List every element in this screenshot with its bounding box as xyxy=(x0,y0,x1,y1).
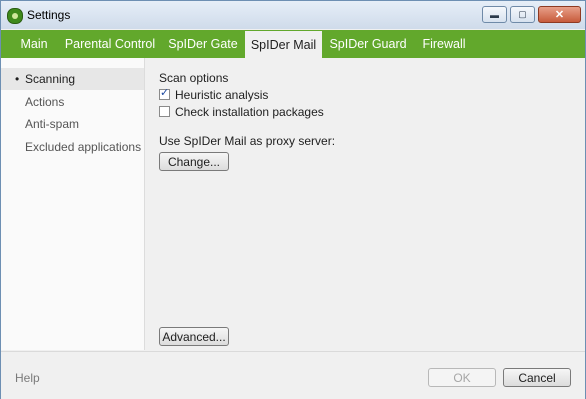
tab-firewall[interactable]: Firewall xyxy=(414,30,474,58)
sidebar-item-excluded-applications[interactable]: Excluded applications xyxy=(1,136,144,158)
minimize-icon: ▬ xyxy=(490,9,499,20)
maximize-icon: ▢ xyxy=(518,9,527,19)
sidebar-item-label: Anti-spam xyxy=(25,117,80,131)
heuristic-analysis-label[interactable]: Heuristic analysis xyxy=(175,88,268,102)
maximize-button[interactable]: ▢ xyxy=(510,6,535,23)
sidebar-item-anti-spam[interactable]: Anti-spam xyxy=(1,113,144,135)
scan-options-heading: Scan options xyxy=(159,71,229,85)
proxy-server-label: Use SpIDer Mail as proxy server: xyxy=(159,134,336,148)
sidebar-item-actions[interactable]: Actions xyxy=(1,91,144,113)
tab-spider-gate[interactable]: SpIDer Gate xyxy=(161,30,245,58)
tab-main[interactable]: Main xyxy=(9,30,59,58)
sidebar-item-scanning[interactable]: • Scanning xyxy=(1,68,144,90)
sidebar-item-label: Excluded applications xyxy=(25,140,142,154)
advanced-button[interactable]: Advanced... xyxy=(159,327,229,346)
settings-window: Settings ▬ ▢ ✕ Main Parental Control SpI… xyxy=(0,0,586,399)
app-spider-icon xyxy=(7,8,23,24)
sidebar-item-label: Scanning xyxy=(25,72,76,86)
tab-spider-mail[interactable]: SpIDer Mail xyxy=(245,31,322,58)
window-controls: ▬ ▢ ✕ xyxy=(479,6,581,23)
change-button[interactable]: Change... xyxy=(159,152,229,171)
cancel-button[interactable]: Cancel xyxy=(503,368,571,387)
sidebar-item-label: Actions xyxy=(25,95,65,109)
title-bar[interactable]: Settings ▬ ▢ ✕ xyxy=(1,1,585,29)
close-button[interactable]: ✕ xyxy=(538,6,581,23)
window-title: Settings xyxy=(27,8,71,22)
check-installation-packages-label[interactable]: Check installation packages xyxy=(175,105,324,119)
help-link[interactable]: Help xyxy=(15,371,40,385)
minimize-button[interactable]: ▬ xyxy=(482,6,507,23)
check-installation-packages-checkbox[interactable] xyxy=(159,106,170,117)
footer-bar: Help OK Cancel xyxy=(1,351,585,399)
selected-bullet-icon: • xyxy=(15,72,20,86)
scanning-panel: Scan options ✓ Heuristic analysis Check … xyxy=(146,58,585,350)
tab-parental-control[interactable]: Parental Control xyxy=(59,30,161,58)
checkmark-icon: ✓ xyxy=(160,87,170,99)
tab-spider-guard[interactable]: SpIDer Guard xyxy=(322,30,414,58)
close-icon: ✕ xyxy=(554,9,565,21)
sidebar: • Scanning Actions Anti-spam Excluded ap… xyxy=(1,58,145,350)
heuristic-analysis-checkbox[interactable]: ✓ xyxy=(159,87,170,100)
ok-button[interactable]: OK xyxy=(428,368,496,387)
tab-bar: Main Parental Control SpIDer Gate SpIDer… xyxy=(1,30,585,58)
